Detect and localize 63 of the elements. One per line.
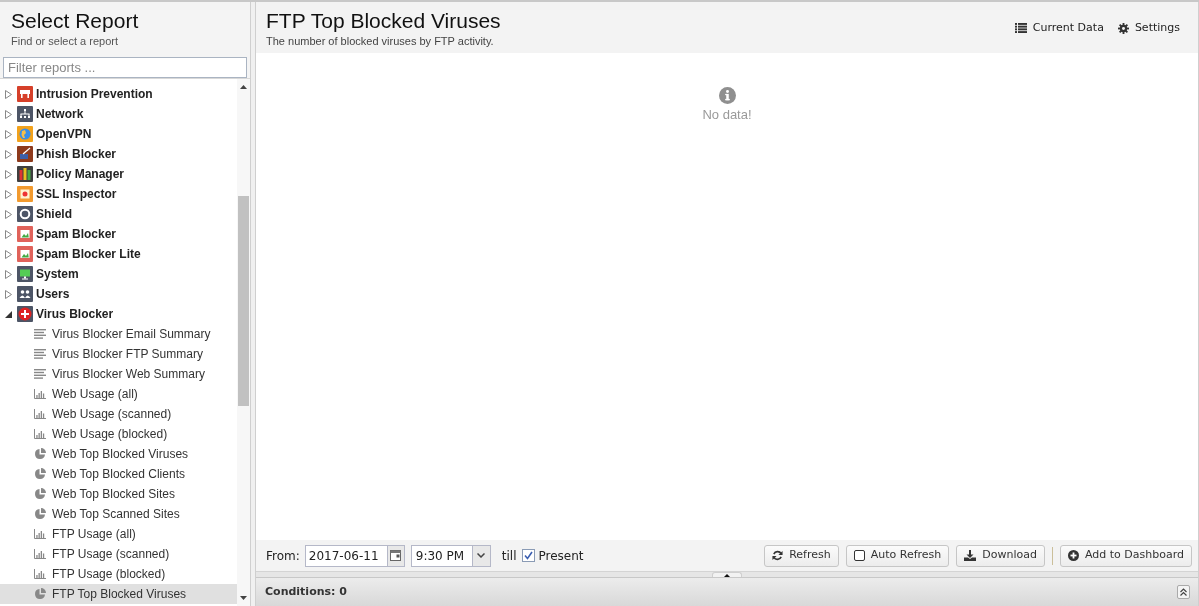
auto-refresh-button[interactable]: Auto Refresh [845, 544, 950, 567]
scrollbar-thumb[interactable] [238, 196, 249, 406]
settings-button[interactable]: Settings [1117, 20, 1180, 37]
lines-icon [34, 349, 46, 359]
expand-button[interactable] [1177, 585, 1190, 599]
panel-title: Select Report [11, 8, 140, 34]
till-label: till [501, 547, 517, 565]
bar-chart-icon [34, 409, 46, 419]
tree-item[interactable]: FTP Top Blocked Viruses [0, 584, 237, 604]
double-chevron-up-icon [1180, 588, 1187, 596]
bar-chart-icon [34, 429, 46, 439]
report-description: The number of blocked viruses by FTP activity. [266, 34, 495, 48]
checkbox-icon[interactable] [853, 550, 865, 561]
scrollbar[interactable] [237, 79, 250, 606]
refresh-button[interactable]: Refresh [764, 544, 839, 567]
empty-message: No data! [702, 106, 752, 124]
tree-item[interactable]: Spam Blocker Lite [0, 244, 237, 264]
tree-item[interactable]: System [0, 264, 237, 284]
pie-chart-icon [34, 508, 46, 520]
checkbox-label[interactable]: Present [538, 546, 584, 565]
lines-icon [34, 329, 46, 339]
pie-chart-icon [34, 468, 46, 480]
list-icon [1014, 23, 1027, 34]
bar-chart-icon [34, 389, 46, 399]
tree-item[interactable]: OpenVPN [0, 124, 237, 144]
checkbox[interactable] [521, 549, 535, 562]
expander-icon[interactable] [5, 310, 12, 318]
calendar-icon [390, 550, 402, 561]
current-data-button[interactable]: Current Data [1014, 20, 1104, 37]
plus-icon [1068, 550, 1079, 561]
tree-item[interactable]: Network [0, 104, 237, 124]
conditions-label: Conditions: 0 [265, 583, 347, 600]
pie-chart-icon [34, 448, 46, 460]
panel-subtitle: Find or select a report [11, 34, 119, 48]
tree-item[interactable]: Shield [0, 204, 237, 224]
report-title: FTP Top Blocked Viruses [266, 8, 501, 34]
caret-up-icon [240, 85, 247, 89]
tree-item[interactable]: Policy Manager [0, 164, 237, 184]
settings-icon [1117, 22, 1129, 34]
lines-icon [34, 369, 46, 379]
caret-down-icon [240, 596, 247, 600]
tree-item[interactable]: Spam Blocker [0, 224, 237, 244]
pie-chart-icon [34, 488, 46, 500]
bar-chart-icon [34, 549, 46, 559]
download-icon [964, 550, 977, 561]
tree-item[interactable]: Intrusion Prevention [0, 84, 237, 104]
pie-chart-icon [34, 588, 46, 600]
tree-item[interactable]: Phish Blocker [0, 144, 237, 164]
from-label: From: [266, 547, 300, 565]
bar-chart-icon [34, 569, 46, 579]
add-to-dashboard-button[interactable]: Add to Dashboard [1060, 544, 1192, 567]
tree-item[interactable]: Users [0, 284, 237, 304]
date-field[interactable]: 2017-06-11 [304, 544, 388, 567]
chevron-down-icon [477, 553, 486, 558]
time-field[interactable]: 9:30 PM [410, 544, 473, 567]
tree-item[interactable]: Virus Blocker [0, 304, 237, 324]
dropdown-button[interactable] [472, 544, 491, 567]
bar-chart-icon [34, 529, 46, 539]
info-icon [718, 87, 736, 104]
tree-item[interactable]: SSL Inspector [0, 184, 237, 204]
filter-field[interactable]: Filter reports ... [3, 57, 247, 78]
download-button[interactable]: Download [956, 544, 1045, 567]
refresh-icon [772, 550, 784, 561]
